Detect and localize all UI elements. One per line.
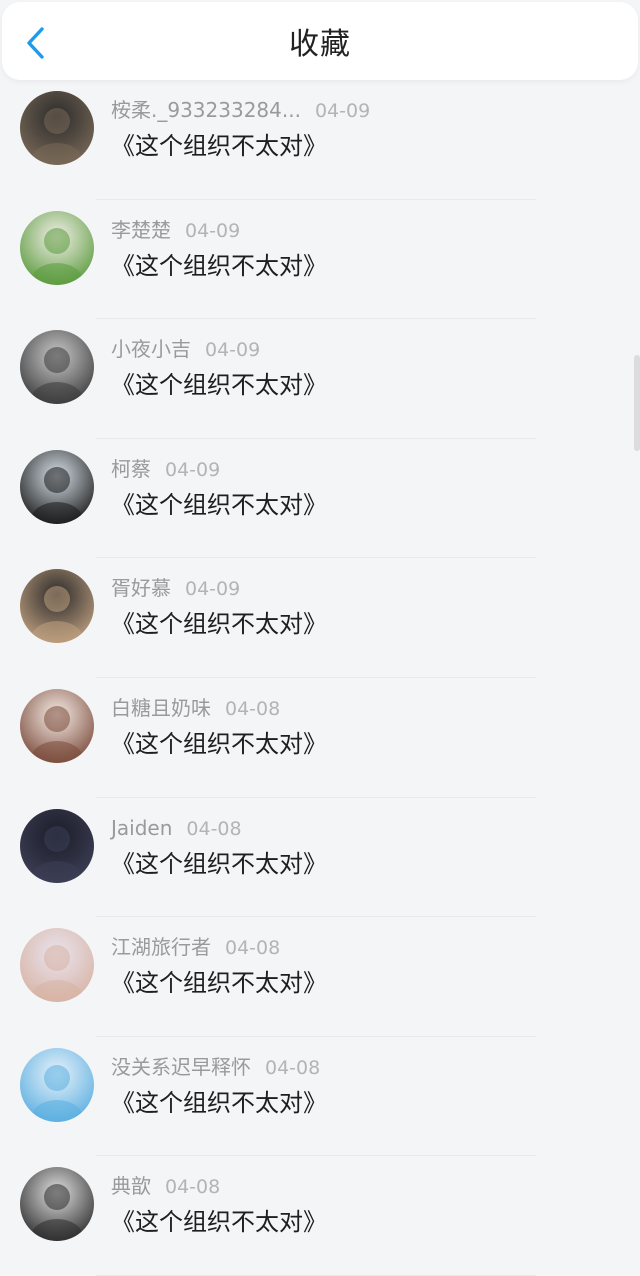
username[interactable]: 柯蔡 <box>111 457 151 481</box>
list-item[interactable]: 小夜小吉 04-09 《这个组织不太对》 <box>0 319 640 439</box>
book-title[interactable]: 《这个组织不太对》 <box>111 967 327 999</box>
book-title[interactable]: 《这个组织不太对》 <box>111 489 327 521</box>
date-label: 04-09 <box>185 219 241 242</box>
item-meta: 江湖旅行者 04-08 <box>111 933 280 962</box>
date-label: 04-09 <box>205 339 261 362</box>
avatar[interactable] <box>20 808 94 883</box>
date-label: 04-09 <box>314 100 371 122</box>
avatar[interactable] <box>20 210 94 285</box>
date-label: 04-08 <box>225 697 281 720</box>
list-item[interactable]: 白糖且奶味 04-08 《这个组织不太对》 <box>0 678 640 798</box>
list-item[interactable]: 桉柔._933233284... 04-09 《这个组织不太对》 <box>0 80 640 200</box>
username[interactable]: 桉柔._933233284... <box>111 98 301 122</box>
item-meta: 柯蔡 04-09 <box>111 455 220 484</box>
avatar[interactable] <box>20 91 94 165</box>
book-title[interactable]: 《这个组织不太对》 <box>111 130 327 162</box>
username[interactable]: Jaiden <box>111 816 172 840</box>
item-meta: Jaiden 04-08 <box>111 814 242 843</box>
username[interactable]: 典歆 <box>111 1174 151 1198</box>
book-title[interactable]: 《这个组织不太对》 <box>111 1087 327 1119</box>
list-item[interactable]: Jaiden 04-08 《这个组织不太对》 <box>0 798 640 918</box>
list-item[interactable]: 江湖旅行者 04-08 《这个组织不太对》 <box>0 917 640 1037</box>
favorites-list: 桉柔._933233284... 04-09 《这个组织不太对》 李楚楚 04-09 《这… <box>0 80 640 1276</box>
date-label: 04-08 <box>225 937 281 960</box>
item-meta: 没关系迟早释怀 04-08 <box>111 1053 320 1082</box>
item-meta: 典歆 04-08 <box>111 1172 220 1201</box>
list-item[interactable]: 胥好慕 04-09 《这个组织不太对》 <box>0 558 640 678</box>
avatar[interactable] <box>20 928 94 1003</box>
item-meta: 小夜小吉 04-09 <box>111 335 260 364</box>
username[interactable]: 小夜小吉 <box>111 337 191 361</box>
avatar[interactable] <box>20 330 94 405</box>
book-title[interactable]: 《这个组织不太对》 <box>111 369 327 401</box>
username[interactable]: 江湖旅行者 <box>111 935 211 959</box>
list-item[interactable]: 没关系迟早释怀 04-08 《这个组织不太对》 <box>0 1037 640 1157</box>
book-title[interactable]: 《这个组织不太对》 <box>111 1206 327 1238</box>
item-meta: 桉柔._933233284... 04-09 <box>111 96 370 125</box>
list-item[interactable]: 柯蔡 04-09 《这个组织不太对》 <box>0 439 640 559</box>
top-bar: 收藏 <box>2 2 638 80</box>
item-meta: 白糖且奶味 04-08 <box>111 694 280 723</box>
avatar[interactable] <box>20 569 94 644</box>
book-title[interactable]: 《这个组织不太对》 <box>111 608 327 640</box>
list-item[interactable]: 典歆 04-08 《这个组织不太对》 <box>0 1156 640 1276</box>
date-label: 04-08 <box>265 1056 321 1079</box>
book-title[interactable]: 《这个组织不太对》 <box>111 848 327 880</box>
item-meta: 李楚楚 04-09 <box>111 216 240 245</box>
date-label: 04-08 <box>165 1176 221 1199</box>
item-meta: 胥好慕 04-09 <box>111 574 240 603</box>
date-label: 04-09 <box>185 578 241 601</box>
avatar[interactable] <box>20 449 94 524</box>
list-item[interactable]: 李楚楚 04-09 《这个组织不太对》 <box>0 200 640 320</box>
avatar[interactable] <box>20 1167 94 1242</box>
avatar[interactable] <box>20 688 94 763</box>
username[interactable]: 李楚楚 <box>111 218 171 242</box>
book-title[interactable]: 《这个组织不太对》 <box>111 250 327 282</box>
username[interactable]: 胥好慕 <box>111 576 171 600</box>
username[interactable]: 白糖且奶味 <box>111 696 211 720</box>
page-title: 收藏 <box>289 27 351 62</box>
book-title[interactable]: 《这个组织不太对》 <box>111 728 327 760</box>
scrollbar[interactable] <box>634 355 640 451</box>
username[interactable]: 没关系迟早释怀 <box>111 1055 251 1079</box>
avatar[interactable] <box>20 1047 94 1122</box>
date-label: 04-08 <box>186 817 242 840</box>
date-label: 04-09 <box>165 458 221 481</box>
